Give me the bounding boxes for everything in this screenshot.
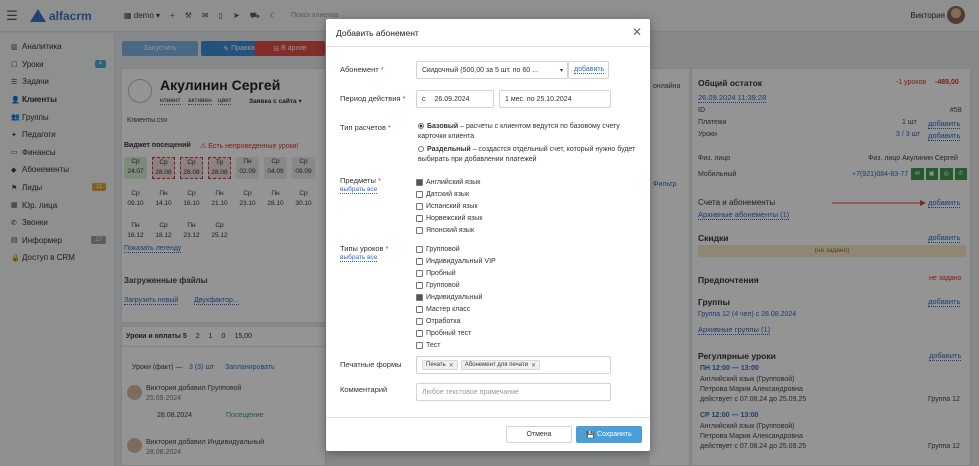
calc-separate-title: Раздельный xyxy=(427,146,471,153)
checkbox-row[interactable]: Тест xyxy=(416,340,440,350)
subscription-add-label: добавить xyxy=(574,66,605,74)
checkbox-checked-icon[interactable] xyxy=(416,178,423,186)
checkbox-icon[interactable] xyxy=(416,281,423,289)
print-chip[interactable]: Абонемент для печати ✕ xyxy=(460,360,541,370)
calc-separate-radio[interactable]: Раздельный – создастся отдельный счет, к… xyxy=(418,145,638,165)
print-chip-label: Абонемент для печати xyxy=(464,362,529,368)
subscription-select[interactable]: Скидочный (500,00 за 5 шт. по 60 ... ▾ xyxy=(416,61,568,79)
subjects-label: Предметы * xyxy=(340,176,381,185)
checkbox-label: Отработка xyxy=(426,317,461,325)
checkbox-icon[interactable] xyxy=(416,269,423,277)
calc-basic-title: Базовый xyxy=(427,123,459,130)
checkbox-label: Датский язык xyxy=(426,190,470,198)
remove-chip-icon[interactable]: ✕ xyxy=(449,362,454,369)
checkbox-label: Мастер класс xyxy=(426,305,471,313)
checkbox-icon[interactable] xyxy=(416,329,423,337)
checkbox-label: Групповой xyxy=(426,281,460,289)
checkbox-icon[interactable] xyxy=(416,190,423,198)
print-forms-select[interactable]: Печать ✕ Абонемент для печати ✕ xyxy=(416,356,611,374)
checkbox-row[interactable]: Пробный тест xyxy=(416,328,471,338)
comment-label: Комментарий xyxy=(340,385,388,394)
print-chip[interactable]: Печать ✕ xyxy=(422,360,458,370)
checkbox-label: Пробный тест xyxy=(426,329,472,337)
checkbox-label: Испанский язык xyxy=(426,202,478,210)
period-from-input[interactable]: с 26.09.2024 xyxy=(416,90,494,108)
checkbox-row[interactable]: Индивидуальный VIP xyxy=(416,256,496,266)
period-to-value: 1 мес. по 25.10.2024 xyxy=(505,95,572,103)
checkbox-row[interactable]: Норвежский язык xyxy=(416,213,482,223)
checkbox-row[interactable]: Пробный xyxy=(416,268,456,278)
calc-type-label-text: Тип расчетов xyxy=(340,123,386,132)
checkbox-icon[interactable] xyxy=(416,305,423,313)
checkbox-row[interactable]: Групповой xyxy=(416,244,460,254)
period-from-value: 26.09.2024 xyxy=(434,95,470,103)
modal-footer: Отмена 💾 Сохранить xyxy=(326,417,650,451)
checkbox-row[interactable]: Групповой xyxy=(416,280,460,290)
period-label: Период действия * xyxy=(340,94,406,103)
checkbox-row[interactable]: Мастер класс xyxy=(416,304,470,314)
checkbox-icon[interactable] xyxy=(416,257,423,265)
checkbox-row[interactable]: Испанский язык xyxy=(416,201,478,211)
subjects-select-all[interactable]: выбрать все xyxy=(340,186,378,194)
checkbox-label: Норвежский язык xyxy=(426,214,483,222)
save-button-label: Сохранить xyxy=(596,431,632,438)
radio-unchecked-icon xyxy=(418,146,424,152)
checkbox-row[interactable]: Датский язык xyxy=(416,189,469,199)
modal-header: Добавить абонемент xyxy=(326,19,650,47)
save-icon: 💾 xyxy=(586,431,595,439)
cancel-button-label: Отмена xyxy=(526,431,552,438)
print-forms-label: Печатные формы xyxy=(340,360,402,369)
subscription-select-value: Скидочный (500,00 за 5 шт. по 60 ... xyxy=(422,66,538,74)
remove-chip-icon[interactable]: ✕ xyxy=(531,362,536,369)
comment-input[interactable]: Любое текстовое примечание xyxy=(416,383,611,401)
checkbox-label: Групповой xyxy=(426,245,460,253)
calc-type-label: Тип расчетов * xyxy=(340,123,391,132)
calc-basic-radio[interactable]: Базовый – расчеты с клиентом ведутся по … xyxy=(418,122,638,142)
subscription-label-text: Абонемент xyxy=(340,65,379,74)
cancel-button[interactable]: Отмена xyxy=(506,426,572,443)
checkbox-label: Японский язык xyxy=(426,226,475,234)
period-to-select[interactable]: 1 мес. по 25.10.2024 xyxy=(499,90,611,108)
comment-placeholder: Любое текстовое примечание xyxy=(422,388,519,396)
print-chip-label: Печать xyxy=(426,362,446,368)
modal-title: Добавить абонемент xyxy=(336,27,419,38)
checkbox-row[interactable]: Индивидуальный xyxy=(416,292,482,302)
checkbox-icon[interactable] xyxy=(416,202,423,210)
checkbox-icon[interactable] xyxy=(416,245,423,253)
save-button[interactable]: 💾 Сохранить xyxy=(576,426,642,443)
checkbox-label: Английский язык xyxy=(426,178,481,186)
checkbox-label: Пробный xyxy=(426,269,456,277)
checkbox-icon[interactable] xyxy=(416,226,423,234)
checkbox-row[interactable]: Английский язык xyxy=(416,177,480,187)
period-from-prefix: с xyxy=(422,95,426,103)
checkbox-icon[interactable] xyxy=(416,214,423,222)
checkbox-icon[interactable] xyxy=(416,317,423,325)
lesson-types-label-text: Типы уроков xyxy=(340,244,384,253)
subjects-label-text: Предметы xyxy=(340,176,376,185)
close-icon[interactable]: ✕ xyxy=(632,25,642,39)
checkbox-checked-icon[interactable] xyxy=(416,293,423,301)
radio-checked-icon xyxy=(418,123,424,129)
checkbox-label: Индивидуальный xyxy=(426,293,483,301)
checkbox-row[interactable]: Японский язык xyxy=(416,225,474,235)
checkbox-label: Тест xyxy=(426,341,441,349)
checkbox-icon[interactable] xyxy=(416,341,423,349)
lesson-types-label: Типы уроков * xyxy=(340,244,389,253)
checkbox-label: Индивидуальный VIP xyxy=(426,257,496,265)
period-label-text: Период действия xyxy=(340,94,401,103)
subscription-add-button[interactable]: добавить xyxy=(568,61,609,79)
subscription-label: Абонемент * xyxy=(340,65,384,74)
checkbox-row[interactable]: Отработка xyxy=(416,316,461,326)
types-select-all[interactable]: выбрать все xyxy=(340,254,378,262)
add-subscription-modal: Добавить абонемент ✕ Абонемент * Скидочн… xyxy=(326,19,650,451)
chevron-down-icon: ▾ xyxy=(559,67,563,74)
